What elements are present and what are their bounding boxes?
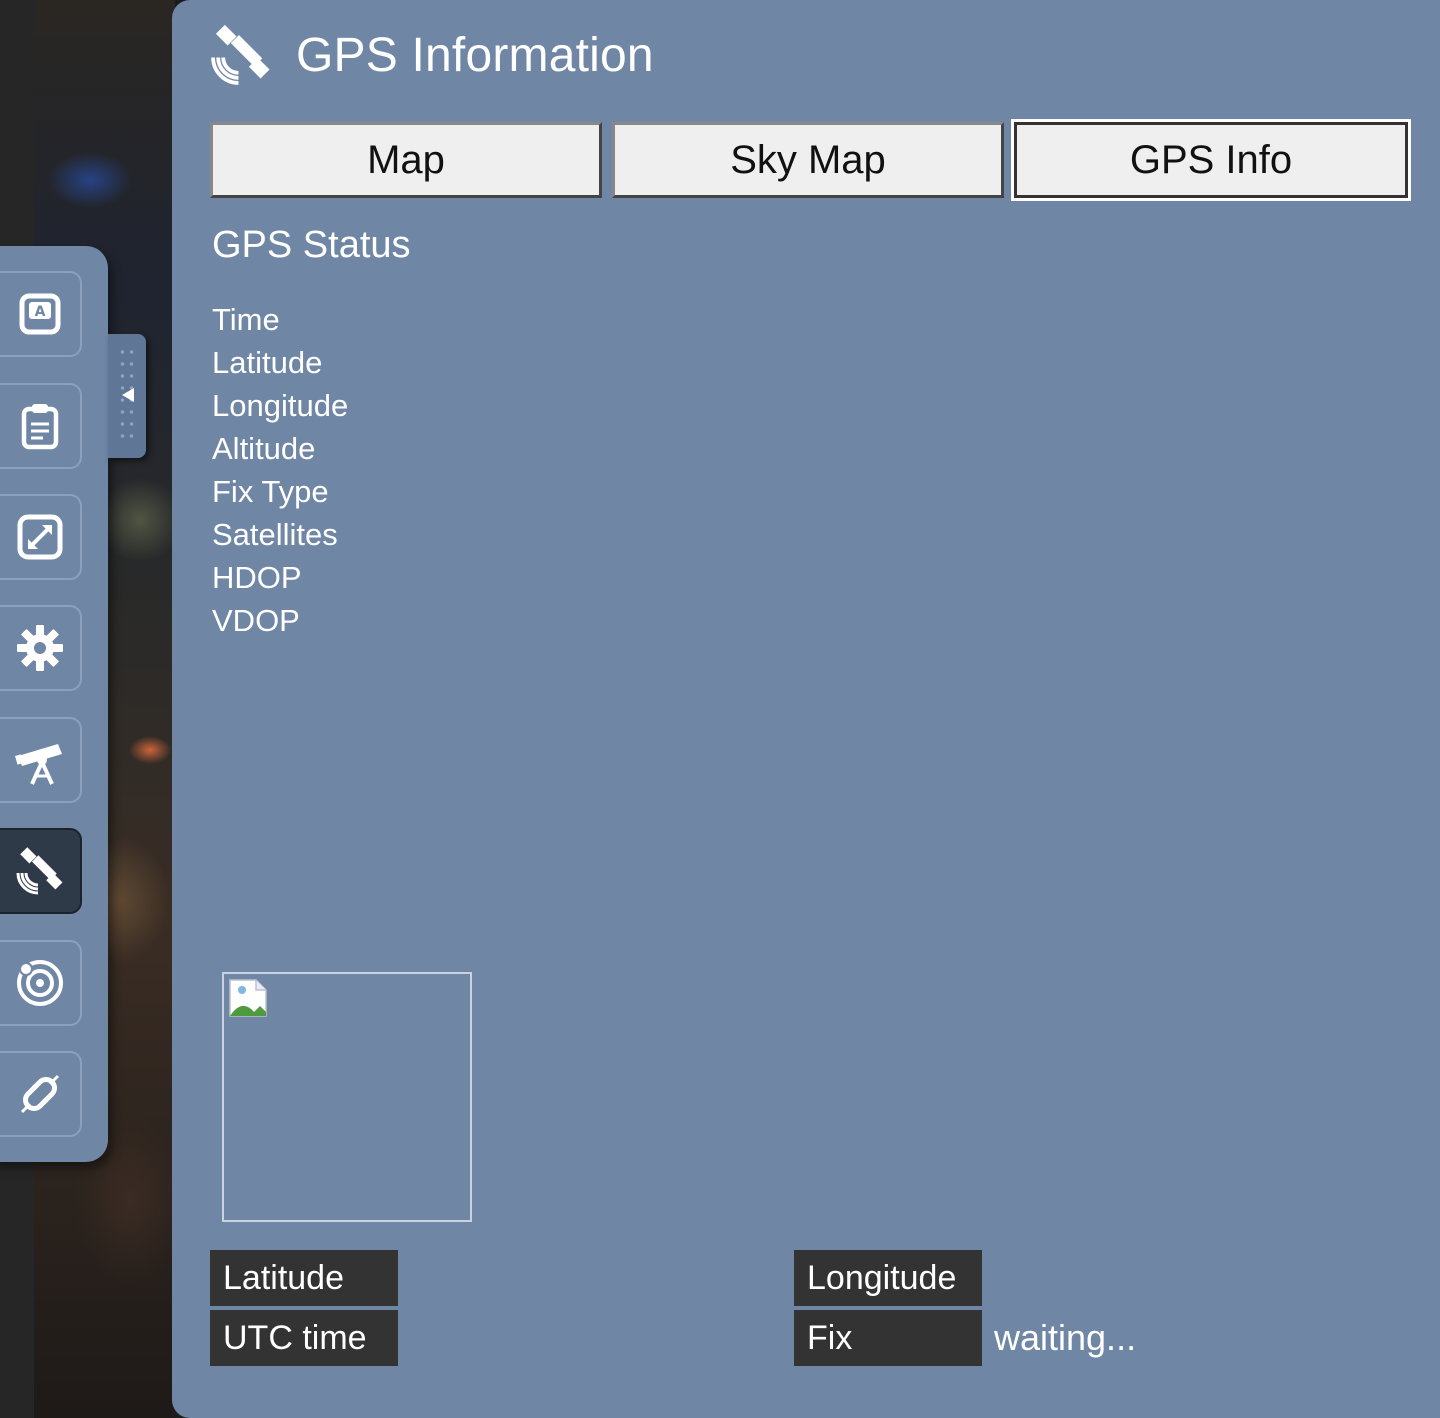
toolbar-collapse-handle[interactable]: [108, 334, 146, 458]
longitude-label: Longitude: [794, 1250, 982, 1306]
status-row-satellites: Satellites: [212, 517, 338, 552]
satellite-icon: [16, 847, 63, 895]
auto-focus-button[interactable]: A: [0, 271, 82, 357]
collapse-arrow-icon: [122, 388, 134, 402]
telescope-button[interactable]: [0, 717, 82, 803]
tab-gps-info[interactable]: GPS Info: [1011, 119, 1411, 201]
status-row-time: Time: [212, 302, 280, 337]
status-row-latitude: Latitude: [212, 345, 323, 380]
clipboard-button[interactable]: [0, 383, 82, 469]
fix-value: waiting...: [994, 1317, 1137, 1358]
gps-button[interactable]: [0, 828, 82, 914]
fullscreen-icon: [17, 514, 63, 560]
status-row-vdop: VDOP: [212, 603, 300, 638]
side-toolbar: A: [0, 246, 108, 1162]
telescope-icon: [15, 744, 62, 785]
page-title: GPS Information: [296, 28, 654, 82]
utc-time-label: UTC time: [210, 1310, 398, 1366]
gps-info-panel: GPS Information Map Sky Map GPS Info GPS…: [172, 0, 1440, 1418]
disconnect-button[interactable]: [0, 1051, 82, 1137]
clipboard-icon: [21, 404, 59, 450]
status-row-longitude: Longitude: [212, 388, 349, 423]
orbit-button[interactable]: [0, 940, 82, 1026]
orbit-icon: [17, 960, 63, 1006]
tab-map[interactable]: Map: [210, 122, 602, 198]
status-row-altitude: Altitude: [212, 431, 316, 466]
svg-text:A: A: [35, 304, 46, 320]
panel-header: GPS Information: [208, 20, 654, 90]
auto-focus-icon: A: [19, 293, 61, 335]
tab-sky-map[interactable]: Sky Map: [612, 122, 1004, 198]
gps-status-list: Time Latitude Longitude Altitude Fix Typ…: [212, 298, 348, 642]
latitude-label: Latitude: [210, 1250, 398, 1306]
gps-status-heading: GPS Status: [212, 224, 411, 266]
settings-button[interactable]: [0, 605, 82, 691]
fullscreen-button[interactable]: [0, 494, 82, 580]
status-row-hdop: HDOP: [212, 560, 302, 595]
status-row-fix-type: Fix Type: [212, 474, 329, 509]
satellite-image-frame: [222, 972, 472, 1222]
gear-icon: [17, 625, 63, 671]
satellite-icon: [211, 24, 270, 85]
unlink-icon: [20, 1074, 60, 1114]
view-tabs: Map Sky Map GPS Info: [210, 119, 1411, 201]
broken-image-icon: [229, 979, 267, 1017]
fix-label: Fix: [794, 1310, 982, 1366]
